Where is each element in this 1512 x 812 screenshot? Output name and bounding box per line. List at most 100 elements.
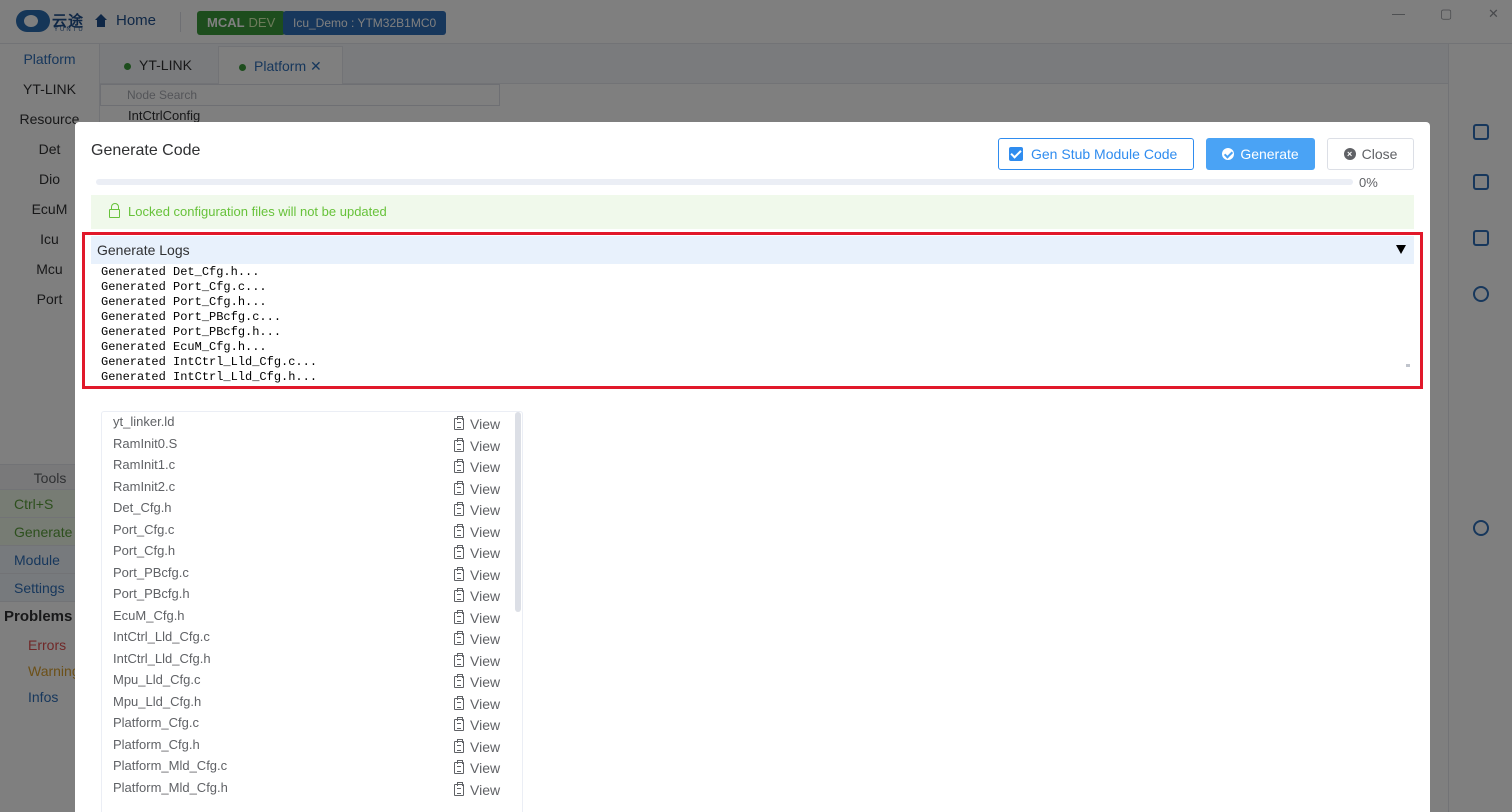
lock-icon bbox=[109, 203, 120, 218]
log-line: Generated Port_Cfg.c... bbox=[101, 280, 267, 294]
clipboard-icon bbox=[454, 674, 464, 688]
view-label: View bbox=[470, 652, 501, 669]
log-line: Generated Port_PBcfg.h... bbox=[101, 325, 282, 339]
file-row: Port_Cfg.c View bbox=[102, 520, 522, 542]
view-button[interactable]: View bbox=[454, 717, 500, 733]
file-name: Platform_Mld_Cfg.c bbox=[113, 758, 228, 773]
generate-button[interactable]: Generate bbox=[1206, 138, 1315, 170]
close-circle-icon: × bbox=[1343, 148, 1356, 160]
view-button[interactable]: View bbox=[454, 459, 500, 475]
view-button[interactable]: View bbox=[454, 695, 501, 712]
view-button[interactable]: View bbox=[454, 588, 500, 604]
clipboard-icon bbox=[454, 631, 464, 645]
file-name: Platform_Cfg.h bbox=[113, 736, 200, 752]
file-name: Mpu_Lld_Cfg.c bbox=[113, 672, 201, 687]
generated-files-list: yt_linker.ld View RamInit0.S View RamInit1.c… bbox=[101, 411, 523, 812]
log-line: Generated EcuM_Cfg.h... bbox=[101, 340, 267, 354]
collapse-triangle-icon[interactable] bbox=[1396, 245, 1406, 254]
file-name: Port_PBcfg.h bbox=[113, 586, 190, 601]
file-name: Port_Cfg.c bbox=[113, 521, 175, 537]
view-label: View bbox=[470, 545, 501, 561]
file-row: yt_linker.ld View bbox=[102, 412, 522, 434]
view-button[interactable]: View bbox=[454, 523, 501, 540]
clipboard-icon bbox=[454, 588, 464, 602]
log-line: Generated IntCtrl_Lld_Cfg.c... bbox=[101, 355, 318, 369]
generate-logs-header[interactable]: Generate Logs bbox=[91, 236, 1414, 264]
view-label: View bbox=[470, 502, 501, 518]
clipboard-icon bbox=[454, 416, 464, 430]
view-button[interactable]: View bbox=[454, 760, 500, 776]
view-label: View bbox=[470, 566, 501, 583]
view-button[interactable]: View bbox=[454, 674, 500, 690]
gen-stub-label: Gen Stub Module Code bbox=[1031, 146, 1178, 162]
view-button[interactable]: View bbox=[454, 781, 500, 798]
view-button[interactable]: View bbox=[454, 545, 500, 561]
clipboard-icon bbox=[454, 717, 464, 731]
check-circle-icon bbox=[1222, 148, 1235, 160]
view-label: View bbox=[470, 437, 501, 454]
file-row: RamInit2.c View bbox=[102, 477, 522, 499]
view-label: View bbox=[470, 674, 501, 690]
clipboard-icon bbox=[454, 545, 464, 559]
file-name: Port_Cfg.h bbox=[113, 543, 176, 558]
clipboard-icon bbox=[454, 459, 464, 473]
file-name: Platform_Mld_Cfg.h bbox=[113, 779, 228, 795]
view-label: View bbox=[470, 609, 501, 626]
view-label: View bbox=[470, 523, 501, 540]
gen-stub-module-checkbox[interactable]: Gen Stub Module Code bbox=[998, 138, 1194, 170]
file-name: yt_linker.ld bbox=[113, 414, 175, 429]
log-line: Generated IntCtrl_Lld_Cfg.h... bbox=[101, 370, 318, 384]
view-label: View bbox=[470, 480, 501, 497]
clipboard-icon bbox=[454, 781, 464, 796]
file-row: Mpu_Lld_Cfg.c View bbox=[102, 670, 522, 692]
view-button[interactable]: View bbox=[454, 652, 501, 669]
view-button[interactable]: View bbox=[454, 609, 501, 626]
close-button[interactable]: × Close bbox=[1327, 138, 1414, 170]
log-line: Generated Det_Cfg.h... bbox=[101, 265, 260, 279]
log-line: Generated Port_PBcfg.c... bbox=[101, 310, 282, 324]
file-name: EcuM_Cfg.h bbox=[113, 607, 185, 623]
locked-files-alert: Locked configuration files will not be u… bbox=[91, 195, 1414, 229]
file-name: RamInit0.S bbox=[113, 435, 178, 451]
view-label: View bbox=[470, 631, 501, 647]
file-row: RamInit1.c View bbox=[102, 455, 522, 477]
view-button[interactable]: View bbox=[454, 502, 500, 518]
file-name: RamInit1.c bbox=[113, 457, 176, 472]
clipboard-icon bbox=[454, 502, 464, 516]
file-row: Platform_Mld_Cfg.h View bbox=[102, 778, 522, 800]
dialog-title: Generate Code bbox=[91, 142, 201, 159]
progress-text: 0% bbox=[1359, 175, 1378, 190]
file-name: RamInit2.c bbox=[113, 478, 176, 494]
view-button[interactable]: View bbox=[454, 738, 500, 755]
view-label: View bbox=[470, 588, 501, 604]
generate-label: Generate bbox=[1240, 146, 1299, 162]
clipboard-icon bbox=[454, 695, 464, 710]
view-button[interactable]: View bbox=[454, 631, 500, 647]
logs-scrollbar[interactable] bbox=[1406, 364, 1410, 367]
file-row: Port_PBcfg.c View bbox=[102, 563, 522, 585]
generate-logs-body[interactable]: Generated Det_Cfg.h... Generated Port_Cf… bbox=[91, 264, 1414, 384]
clipboard-icon bbox=[454, 760, 464, 774]
file-name: Platform_Cfg.c bbox=[113, 715, 199, 730]
file-row: RamInit0.S View bbox=[102, 434, 522, 456]
file-row: Platform_Cfg.c View bbox=[102, 713, 522, 735]
file-name: IntCtrl_Lld_Cfg.c bbox=[113, 629, 210, 644]
file-row: Port_PBcfg.h View bbox=[102, 584, 522, 606]
file-row: Platform_Mld_Cfg.c View bbox=[102, 756, 522, 778]
view-button[interactable]: View bbox=[454, 416, 500, 432]
view-label: View bbox=[470, 695, 501, 712]
view-label: View bbox=[470, 459, 501, 475]
clipboard-icon bbox=[454, 738, 464, 753]
file-row: Det_Cfg.h View bbox=[102, 498, 522, 520]
log-line: Generated Port_Cfg.h... bbox=[101, 295, 267, 309]
view-button[interactable]: View bbox=[454, 437, 501, 454]
progress-bar bbox=[96, 179, 1353, 185]
view-button[interactable]: View bbox=[454, 566, 501, 583]
clipboard-icon bbox=[454, 609, 464, 624]
clipboard-icon bbox=[454, 566, 464, 581]
view-button[interactable]: View bbox=[454, 480, 501, 497]
clipboard-icon bbox=[454, 652, 464, 667]
file-name: Det_Cfg.h bbox=[113, 500, 172, 515]
view-label: View bbox=[470, 760, 501, 776]
view-label: View bbox=[470, 416, 501, 432]
